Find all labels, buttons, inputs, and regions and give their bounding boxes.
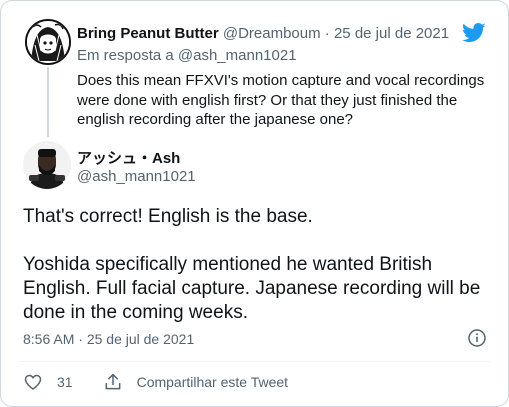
like-count: 31: [57, 374, 73, 390]
twitter-bird-icon[interactable]: [462, 23, 486, 43]
parent-handle[interactable]: @Dreamboum: [223, 25, 321, 42]
heart-icon: [24, 374, 42, 390]
tweet-time: 8:56 AM: [23, 331, 75, 347]
main-tweet-text: That's correct! English is the base. Yos…: [23, 205, 493, 325]
author-display-name[interactable]: アッシュ・Ash: [77, 147, 180, 168]
tweet-paragraph: That's correct! English is the base.: [23, 206, 313, 227]
parent-header: Bring Peanut Butter @Dreamboum · 25 de j…: [77, 25, 449, 42]
reply-context: Em resposta a @ash_mann1021: [77, 47, 297, 64]
divider: [19, 361, 490, 362]
parent-display-name[interactable]: Bring Peanut Butter: [77, 25, 219, 42]
tweet-timestamp[interactable]: 8:56 AM · 25 de jul de 2021: [23, 331, 194, 347]
share-button[interactable]: Compartilhar este Tweet: [103, 372, 288, 392]
tweet-embed-card: Bring Peanut Butter @Dreamboum · 25 de j…: [0, 0, 509, 407]
parent-date[interactable]: 25 de jul de 2021: [334, 25, 449, 42]
author-handle[interactable]: @ash_mann1021: [77, 168, 196, 185]
reply-handle-link[interactable]: @ash_mann1021: [178, 47, 297, 64]
share-icon: [105, 373, 120, 390]
share-label: Compartilhar este Tweet: [136, 374, 289, 390]
info-icon[interactable]: [468, 329, 486, 347]
like-button[interactable]: 31: [23, 372, 73, 392]
thread-connector-line: [47, 67, 49, 137]
parent-avatar[interactable]: [25, 19, 71, 65]
author-avatar[interactable]: [23, 141, 71, 189]
tweet-actions-bar: 31 Compartilhar este Tweet: [23, 370, 318, 394]
reply-prefix: Em resposta a: [77, 47, 174, 64]
tweet-paragraph: Yoshida specifically mentioned he wanted…: [23, 254, 481, 323]
separator-dot: ·: [324, 25, 330, 42]
separator-dot: ·: [78, 331, 83, 347]
tweet-date: 25 de jul de 2021: [86, 331, 195, 347]
parent-tweet-text: Does this mean FFXVI's motion capture an…: [77, 72, 485, 129]
